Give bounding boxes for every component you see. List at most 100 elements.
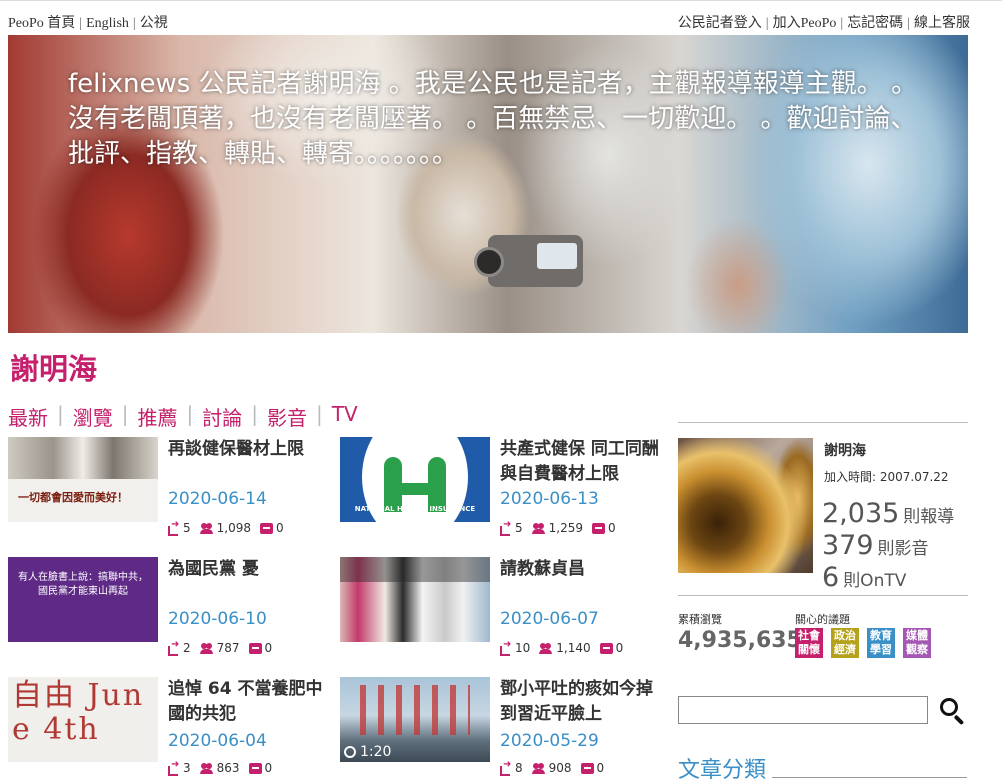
views-icon	[531, 762, 546, 774]
profile-join-date: 加入時間: 2007.07.22	[824, 470, 949, 484]
nav-separator: |	[907, 16, 910, 31]
videos-stat[interactable]: 379 則影音	[822, 530, 929, 561]
article-date: 2020-06-10	[168, 609, 267, 629]
view-count: 1,098	[216, 521, 251, 535]
article-thumbnail[interactable]: 一切都會因愛而美好！	[8, 437, 158, 522]
comment-count: 0	[264, 761, 273, 775]
article-stats: 5 1,098 0	[168, 519, 293, 536]
thumb-caption: 有人在臉書上說：搞聯中共，國民黨才能東山再起	[18, 572, 148, 597]
total-views-value: 4,935,635	[678, 628, 802, 653]
article-card[interactable]: NATIONAL HEALTH INSURANCE 共產式健保 同工同酬與自費醫…	[340, 437, 660, 547]
nav-separator: |	[79, 16, 83, 31]
article-card[interactable]: 1:20 鄧小平吐的痰如今掉到習近平臉上 2020-05-29 8 908 0	[340, 677, 660, 783]
peopo-home-link[interactable]: PeoPo 首頁	[8, 16, 75, 31]
article-card[interactable]: 有人在臉書上說：搞聯中共，國民黨才能東山再起 為國民黨 憂 2020-06-10…	[8, 557, 328, 667]
tab-separator: |	[251, 402, 258, 426]
article-thumbnail[interactable]	[340, 557, 490, 642]
views-icon	[539, 642, 553, 654]
thumb-caption: 一切都會因愛而美好！	[18, 491, 128, 504]
nav-separator: |	[132, 16, 136, 31]
tab-latest[interactable]: 最新	[8, 402, 48, 431]
article-title[interactable]: 再談健保醫材上限	[168, 437, 328, 462]
camera-lens	[474, 247, 504, 277]
article-title[interactable]: 鄧小平吐的痰如今掉到習近平臉上	[500, 677, 660, 727]
article-card[interactable]: 自由 June 4th 追悼 64 不當養肥中國的共犯 2020-06-04 3…	[8, 677, 328, 783]
topic-education[interactable]: 教育學習	[867, 628, 895, 658]
article-title[interactable]: 請教蘇貞昌	[500, 557, 660, 582]
tab-separator: |	[57, 402, 64, 426]
search-icon[interactable]	[940, 698, 966, 726]
views-icon	[199, 642, 214, 654]
comment-count: 0	[615, 641, 624, 655]
article-thumbnail[interactable]: NATIONAL HEALTH INSURANCE	[340, 437, 490, 522]
citizen-login-link[interactable]: 公民記者登入	[678, 16, 762, 31]
topic-social-care[interactable]: 社會關懷	[795, 628, 823, 658]
top-nav-bar: PeoPo 首頁 | English | 公視 公民記者登入 | 加入PeoPo | 忘記密碼 |…	[0, 0, 1002, 32]
video-duration-badge: 1:20	[344, 744, 391, 760]
comment-count: 0	[596, 761, 605, 775]
comment-count: 0	[264, 641, 273, 655]
article-thumbnail[interactable]: 有人在臉書上說：搞聯中共，國民黨才能東山再起	[8, 557, 158, 642]
ontv-count: 6	[822, 562, 840, 593]
article-date: 2020-05-29	[500, 731, 599, 751]
article-title[interactable]: 追悼 64 不當養肥中國的共犯	[168, 677, 328, 727]
article-title[interactable]: 為國民黨 憂	[168, 557, 328, 582]
tab-recommended[interactable]: 推薦	[138, 402, 178, 431]
view-count: 1,259	[548, 521, 583, 535]
article-date: 2020-06-13	[500, 489, 599, 509]
article-stats: 5 1,259 0	[500, 519, 625, 536]
camera-screen	[537, 243, 577, 269]
reports-unit: 則報導	[903, 507, 955, 527]
topic-politics-economy[interactable]: 政治經濟	[831, 628, 859, 658]
views-icon	[531, 522, 546, 534]
category-heading-text: 文章分類	[678, 758, 767, 783]
profile-name: 謝明海	[824, 443, 866, 459]
thumb-photo-area	[8, 437, 158, 479]
total-views-label: 累積瀏覽	[678, 613, 722, 626]
share-icon	[168, 639, 180, 656]
english-link[interactable]: English	[86, 16, 129, 31]
comment-icon	[599, 642, 613, 654]
article-thumbnail[interactable]: 1:20	[340, 677, 490, 762]
share-icon	[500, 759, 512, 776]
article-card[interactable]: 請教蘇貞昌 2020-06-07 10 1,140 0	[340, 557, 660, 667]
comment-count: 0	[608, 521, 616, 535]
comment-icon	[260, 522, 273, 534]
topics-label: 關心的議題	[795, 613, 850, 626]
search-input[interactable]	[678, 696, 928, 724]
share-count: 8	[515, 761, 523, 775]
article-title[interactable]: 共產式健保 同工同酬與自費醫材上限	[500, 437, 660, 487]
sidebar-divider	[678, 422, 968, 423]
ontv-unit: 則OnTV	[843, 571, 907, 591]
share-count: 3	[183, 761, 191, 775]
thumb-photo-area	[340, 557, 490, 582]
sidebar-divider	[678, 595, 968, 596]
flagpoles-graphic	[360, 685, 470, 735]
article-tabs: 最新 | 瀏覽 | 推薦 | 討論 | 影音 | TV	[8, 402, 358, 431]
ontv-stat[interactable]: 6 則OnTV	[822, 562, 906, 593]
category-heading: 文章分類	[678, 752, 968, 783]
tab-discussion[interactable]: 討論	[202, 402, 242, 431]
article-card[interactable]: 一切都會因愛而美好！ 再談健保醫材上限 2020-06-14 5 1,098 0	[8, 437, 328, 547]
join-peopo-link[interactable]: 加入PeoPo	[773, 16, 837, 31]
tab-video[interactable]: 影音	[267, 402, 307, 431]
nhi-logo-bar	[392, 483, 438, 495]
clock-icon	[344, 746, 356, 758]
share-icon	[500, 639, 512, 656]
pts-link[interactable]: 公視	[140, 16, 168, 31]
article-stats: 2 787 0	[168, 639, 281, 656]
camcorder-graphic	[474, 235, 583, 287]
forgot-password-link[interactable]: 忘記密碼	[847, 16, 903, 31]
tab-separator: |	[121, 402, 129, 426]
topic-media-watch[interactable]: 媒體觀察	[903, 628, 931, 658]
videos-unit: 則影音	[877, 539, 929, 559]
reports-count: 2,035	[822, 498, 900, 529]
share-count: 5	[515, 521, 523, 535]
tab-browse[interactable]: 瀏覽	[73, 402, 113, 431]
online-support-link[interactable]: 線上客服	[914, 16, 970, 31]
tab-separator: |	[186, 402, 194, 426]
article-thumbnail[interactable]: 自由 June 4th	[8, 677, 158, 762]
top-nav-right: 公民記者登入 | 加入PeoPo | 忘記密碼 | 線上客服	[678, 12, 970, 32]
tab-tv[interactable]: TV	[332, 402, 358, 431]
reports-stat[interactable]: 2,035 則報導	[822, 498, 954, 529]
